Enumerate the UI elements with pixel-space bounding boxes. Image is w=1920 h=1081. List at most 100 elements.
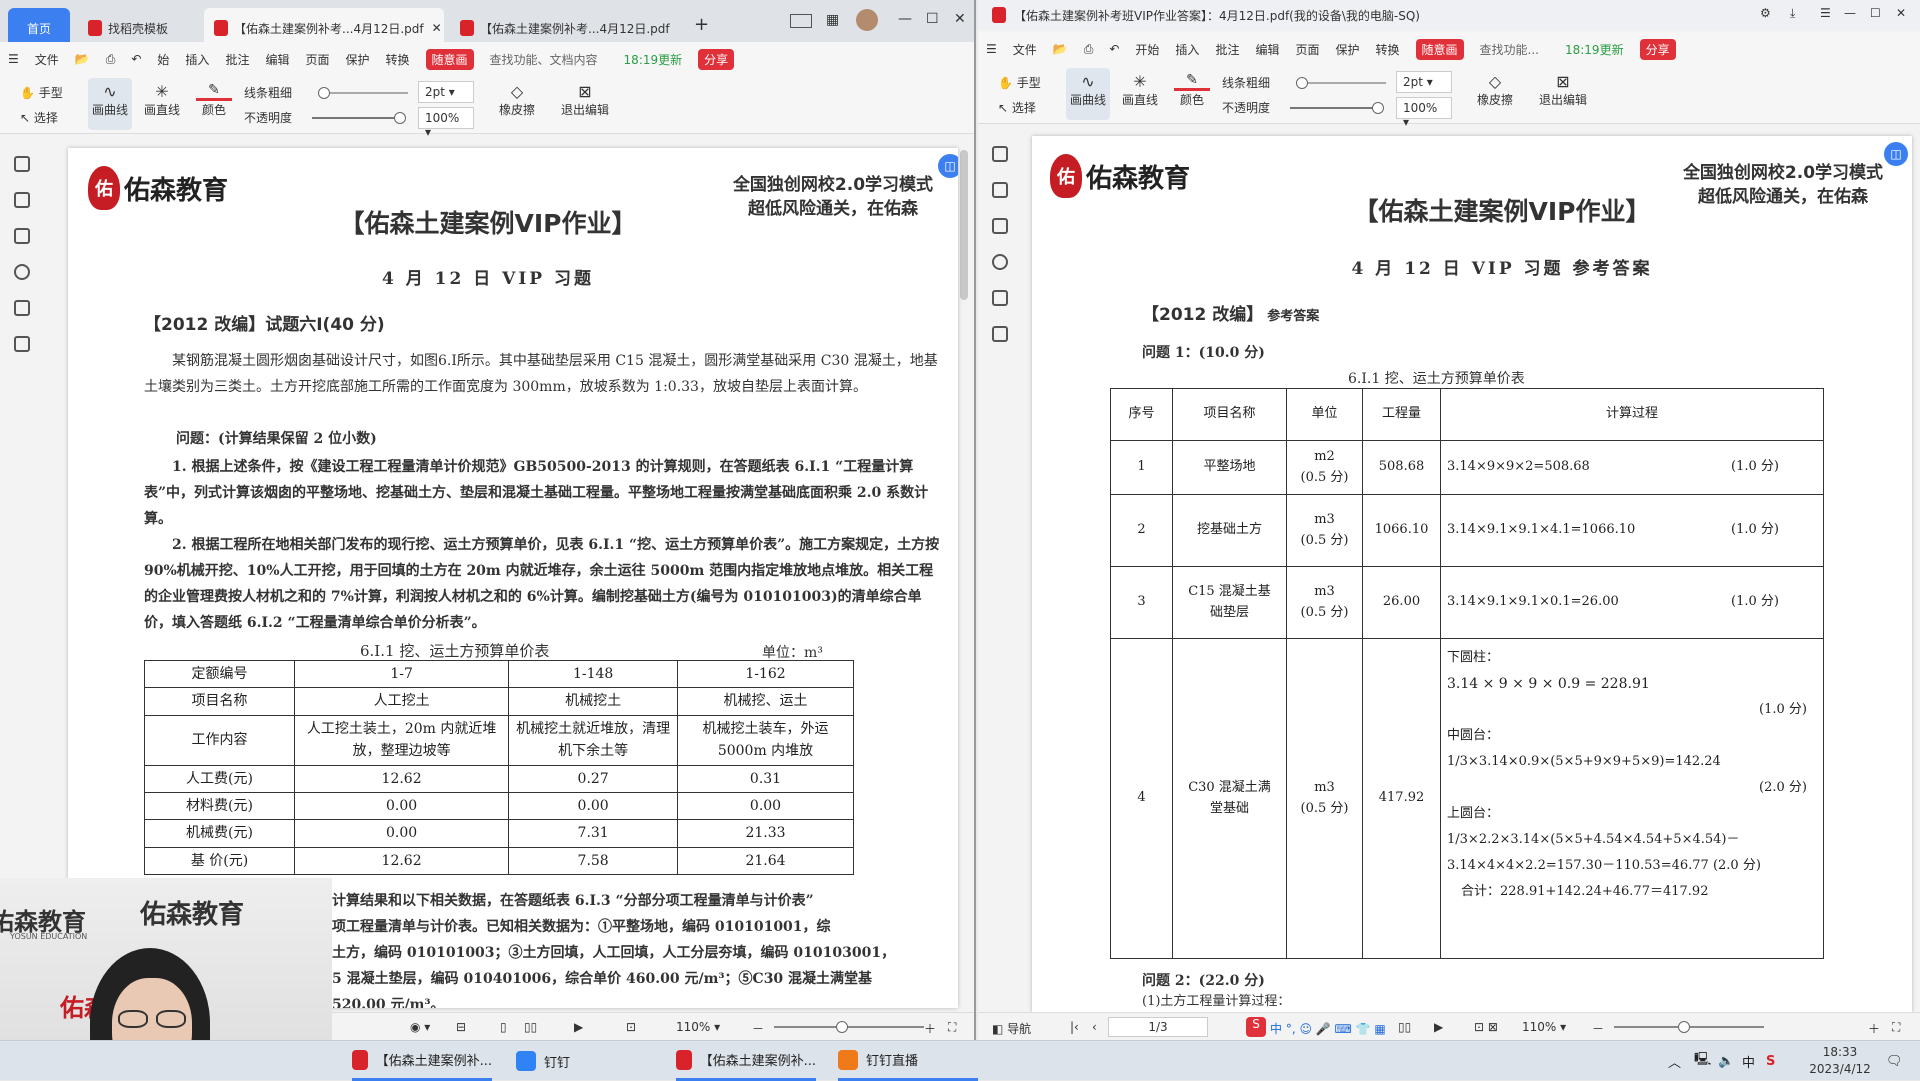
menu-start[interactable]: 始 bbox=[157, 51, 169, 68]
menu-freehand[interactable]: 随意画 bbox=[1415, 38, 1464, 60]
open-icon[interactable]: 📂 bbox=[75, 52, 90, 66]
ime-indicator[interactable]: 中 bbox=[1742, 1041, 1755, 1081]
color-tool[interactable]: ✎ 颜色 bbox=[196, 82, 232, 118]
signature-icon[interactable] bbox=[14, 300, 30, 316]
comment-icon[interactable] bbox=[992, 218, 1008, 234]
exit-edit-button[interactable]: ⊠ 退出编辑 bbox=[1536, 72, 1590, 108]
opacity-slider[interactable] bbox=[312, 112, 406, 124]
attachment-icon[interactable] bbox=[14, 264, 30, 280]
grid-icon[interactable]: ▦ bbox=[826, 12, 839, 28]
single-page-icon[interactable]: ▯ bbox=[500, 1020, 507, 1034]
bookmark-icon[interactable] bbox=[992, 146, 1008, 162]
eraser-tool[interactable]: ◇ 橡皮擦 bbox=[1470, 72, 1520, 108]
menu-icon[interactable]: ☰ bbox=[8, 52, 19, 66]
search-input[interactable]: 查找功能... bbox=[1480, 41, 1539, 58]
fullscreen-icon[interactable]: ⛶ bbox=[1892, 1020, 1900, 1035]
tray-arrow-icon[interactable]: ︿ bbox=[1668, 1041, 1681, 1081]
attachment-icon[interactable] bbox=[992, 254, 1008, 270]
menu-icon[interactable]: ☰ bbox=[986, 42, 997, 56]
menu-start[interactable]: 开始 bbox=[1135, 41, 1159, 58]
print-icon[interactable]: ⎙ bbox=[106, 52, 116, 67]
taskbar-item-dingtalk-live[interactable]: 钉钉直播 bbox=[838, 1041, 978, 1081]
thumbnail-icon[interactable] bbox=[14, 192, 30, 208]
line-width-select[interactable]: 2pt ▾ bbox=[1396, 71, 1452, 93]
page-input[interactable]: 1/3 bbox=[1108, 1017, 1208, 1037]
zoom-select[interactable]: 110% ▾ bbox=[676, 1020, 720, 1034]
double-page-icon[interactable]: ▯▯ bbox=[524, 1020, 537, 1034]
slider-thumb[interactable] bbox=[836, 1021, 848, 1033]
menu-page[interactable]: 页面 bbox=[305, 51, 329, 68]
print-icon[interactable]: ⎙ bbox=[1084, 42, 1094, 57]
zoom-fit-icon[interactable]: ⊡ ⊠ bbox=[1474, 1020, 1498, 1034]
slider-thumb[interactable] bbox=[318, 87, 330, 99]
sogou-icon[interactable]: S bbox=[1246, 1017, 1266, 1037]
taskbar-item-wps-2[interactable]: 【佑森土建案例补... bbox=[676, 1041, 816, 1081]
zoom-slider[interactable] bbox=[774, 1021, 924, 1033]
zoom-fit-icon[interactable]: ⊡ bbox=[626, 1020, 636, 1034]
prev-page-icon[interactable]: ‹ bbox=[1092, 1020, 1097, 1034]
menu-icon[interactable]: ☰ bbox=[1820, 6, 1831, 20]
avatar[interactable] bbox=[856, 9, 878, 31]
line-width-slider[interactable] bbox=[318, 87, 408, 99]
open-icon[interactable]: 📂 bbox=[1053, 42, 1068, 56]
select-tool[interactable]: ↖ 选择 bbox=[998, 99, 1036, 116]
menu-insert[interactable]: 插入 bbox=[185, 51, 209, 68]
menu-page[interactable]: 页面 bbox=[1295, 41, 1319, 58]
menu-annotate[interactable]: 批注 bbox=[1215, 41, 1239, 58]
layout-icon[interactable] bbox=[790, 14, 812, 28]
draw-line-tool[interactable]: ✳ 画直线 bbox=[1118, 72, 1162, 108]
line-width-slider[interactable] bbox=[1296, 77, 1386, 89]
close-icon[interactable]: ✕ bbox=[432, 21, 442, 35]
sogou-tray-icon[interactable]: S bbox=[1766, 1041, 1775, 1081]
thumbnail-icon[interactable] bbox=[992, 182, 1008, 198]
select-tool[interactable]: ↖ 选择 bbox=[20, 109, 58, 126]
minimize-icon[interactable]: — bbox=[898, 11, 912, 27]
draw-curve-tool[interactable]: ∿ 画曲线 bbox=[88, 78, 132, 130]
network-icon[interactable]: 🖳 bbox=[1694, 1041, 1711, 1081]
menu-protect[interactable]: 保护 bbox=[1335, 41, 1359, 58]
play-icon[interactable]: ▶ bbox=[1434, 1020, 1443, 1034]
opacity-select[interactable]: 100% ▾ bbox=[418, 107, 474, 139]
new-tab-icon[interactable]: + bbox=[694, 14, 709, 35]
share-button[interactable]: 分享 bbox=[1639, 38, 1676, 60]
zoom-slider[interactable] bbox=[1614, 1021, 1764, 1033]
comment-icon[interactable] bbox=[14, 228, 30, 244]
fullscreen-icon[interactable]: ⛶ bbox=[948, 1020, 956, 1035]
opacity-slider[interactable] bbox=[1290, 102, 1384, 114]
pin-icon[interactable]: ⤓ bbox=[1790, 6, 1795, 21]
search-input[interactable]: 查找功能、文档内容 bbox=[490, 51, 598, 68]
hand-tool[interactable]: ✋ 手型 bbox=[998, 74, 1041, 91]
slider-thumb[interactable] bbox=[1372, 102, 1384, 114]
close-window-icon[interactable]: ✕ bbox=[954, 11, 966, 27]
undo-icon[interactable]: ↶ bbox=[1109, 42, 1119, 56]
slider-thumb[interactable] bbox=[394, 112, 406, 124]
zoom-select[interactable]: 110% ▾ bbox=[1522, 1020, 1566, 1034]
zoom-out-icon[interactable]: － bbox=[752, 1020, 764, 1037]
eraser-tool[interactable]: ◇ 橡皮擦 bbox=[492, 82, 542, 118]
layers-icon[interactable] bbox=[992, 326, 1008, 342]
minimize-icon[interactable]: — bbox=[1844, 6, 1856, 20]
zoom-out-icon[interactable]: － bbox=[1592, 1020, 1604, 1037]
volume-icon[interactable]: 🔈 bbox=[1718, 1041, 1734, 1081]
color-tool[interactable]: ✎ 颜色 bbox=[1174, 72, 1210, 108]
draw-line-tool[interactable]: ✳ 画直线 bbox=[140, 82, 184, 118]
bookmark-icon[interactable] bbox=[14, 156, 30, 172]
first-page-icon[interactable]: |‹ bbox=[1070, 1020, 1079, 1034]
draw-curve-tool[interactable]: ∿ 画曲线 bbox=[1066, 68, 1110, 120]
taskbar-item-dingtalk[interactable]: 钉钉 bbox=[516, 1041, 636, 1081]
eye-icon[interactable]: ◉ ▾ bbox=[410, 1020, 430, 1034]
slider-thumb[interactable] bbox=[1678, 1021, 1690, 1033]
line-width-select[interactable]: 2pt ▾ bbox=[418, 81, 474, 103]
fit-page-icon[interactable]: ⊟ bbox=[456, 1020, 466, 1034]
undo-icon[interactable]: ↶ bbox=[131, 52, 141, 66]
clock[interactable]: 18:33 2023/4/12 bbox=[1800, 1044, 1880, 1078]
menu-edit[interactable]: 编辑 bbox=[1255, 41, 1279, 58]
play-icon[interactable]: ▶ bbox=[574, 1020, 583, 1034]
menu-annotate[interactable]: 批注 bbox=[225, 51, 249, 68]
exit-edit-button[interactable]: ⊠ 退出编辑 bbox=[558, 82, 612, 118]
opacity-select[interactable]: 100% ▾ bbox=[1396, 97, 1452, 129]
menu-edit[interactable]: 编辑 bbox=[265, 51, 289, 68]
nav-button[interactable]: ◧ 导航 bbox=[992, 1020, 1031, 1037]
scrollbar[interactable] bbox=[960, 150, 968, 300]
zoom-in-icon[interactable]: ＋ bbox=[924, 1020, 936, 1037]
